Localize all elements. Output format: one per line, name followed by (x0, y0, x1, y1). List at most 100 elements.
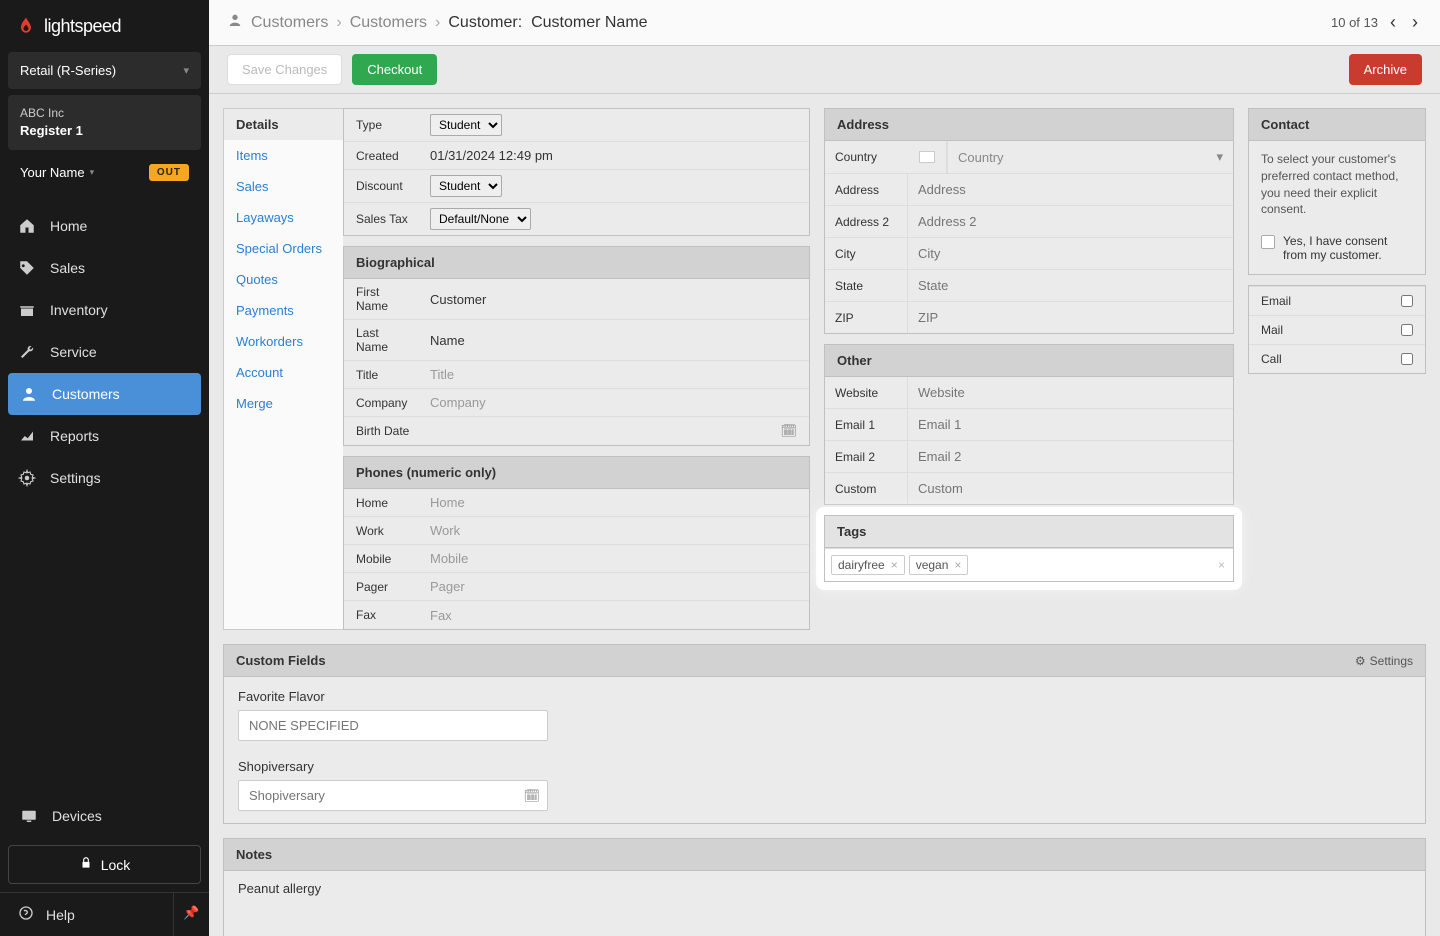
subnav-account[interactable]: Account (224, 357, 343, 388)
mobile-input[interactable]: Mobile (422, 546, 809, 571)
address-input[interactable] (907, 174, 1233, 205)
subnav-special-orders[interactable]: Special Orders (224, 233, 343, 264)
state-input[interactable] (907, 270, 1233, 301)
city-label: City (825, 238, 907, 269)
pager-input[interactable]: Pager (422, 574, 809, 599)
phones-panel: Phones (numeric only) HomeHome WorkWork … (343, 456, 810, 630)
subnav-details[interactable]: Details (224, 109, 343, 140)
toolbar: Save Changes Checkout Archive (209, 46, 1440, 94)
created-value: 01/31/2024 12:49 pm (422, 143, 809, 168)
custom-input[interactable] (907, 473, 1233, 504)
logo[interactable]: lightspeed (0, 0, 209, 52)
pin-button[interactable]: 📌 (173, 893, 209, 936)
notes-textarea[interactable]: Peanut allergy (224, 871, 1425, 936)
contact-email-row[interactable]: Email (1249, 286, 1425, 315)
work-input[interactable]: Work (422, 518, 809, 543)
address-panel: Address Country Country ▾ Address Addres… (824, 108, 1234, 334)
flavor-input[interactable] (238, 710, 548, 741)
person-icon (20, 385, 38, 403)
clear-tags-icon[interactable]: × (1218, 558, 1225, 572)
type-panel: Type Student Created 01/31/2024 12:49 pm… (343, 108, 810, 236)
help-icon (18, 905, 34, 924)
nav-reports[interactable]: Reports (0, 415, 209, 457)
nav-service[interactable]: Service (0, 331, 209, 373)
discount-label: Discount (344, 173, 422, 199)
subnav-workorders[interactable]: Workorders (224, 326, 343, 357)
contact-panel: Contact To select your customer's prefer… (1248, 108, 1426, 275)
notes-panel: Notes Peanut allergy (223, 838, 1426, 936)
title-input[interactable]: Title (422, 362, 809, 387)
pager-next[interactable]: › (1408, 10, 1422, 35)
website-input[interactable] (907, 377, 1233, 408)
contact-column: Contact To select your customer's prefer… (1248, 108, 1426, 630)
nav-inventory[interactable]: Inventory (0, 289, 209, 331)
lastname-value[interactable]: Name (422, 328, 809, 353)
logo-text: lightspeed (44, 16, 121, 37)
chevron-right-icon: › (435, 14, 440, 32)
home-input[interactable]: Home (422, 490, 809, 515)
email-checkbox[interactable] (1401, 295, 1413, 307)
tags-section: Tags dairyfree × vegan × × (824, 515, 1234, 582)
pager-text: 10 of 13 (1331, 15, 1378, 30)
breadcrumb-root[interactable]: Customers (251, 14, 328, 32)
nav-item-label: Reports (50, 428, 99, 444)
nav-home[interactable]: Home (0, 205, 209, 247)
lock-button[interactable]: Lock (8, 845, 201, 884)
save-button[interactable]: Save Changes (227, 54, 342, 85)
country-flag-button[interactable] (907, 141, 947, 173)
subnav-payments[interactable]: Payments (224, 295, 343, 326)
archive-button[interactable]: Archive (1349, 54, 1422, 85)
pin-icon: 📌 (183, 905, 199, 920)
mail-checkbox[interactable] (1401, 324, 1413, 336)
main-nav: Home Sales Inventory Service Customers R… (0, 205, 209, 795)
shopiversary-input[interactable] (238, 780, 548, 811)
city-input[interactable] (907, 238, 1233, 269)
remove-tag-icon[interactable]: × (954, 558, 961, 572)
register-info[interactable]: ABC Inc Register 1 (8, 95, 201, 150)
nav-devices[interactable]: Devices (0, 795, 209, 837)
pager: 10 of 13 ‹ › (1331, 10, 1422, 35)
fax-input[interactable]: Fax (422, 603, 809, 628)
subnav-items[interactable]: Items (224, 140, 343, 171)
nav-settings[interactable]: Settings (0, 457, 209, 499)
pager-prev[interactable]: ‹ (1386, 10, 1400, 35)
remove-tag-icon[interactable]: × (891, 558, 898, 572)
subnav-quotes[interactable]: Quotes (224, 264, 343, 295)
tag-chip: dairyfree × (831, 555, 905, 575)
email1-input[interactable] (907, 409, 1233, 440)
nav-item-label: Inventory (50, 302, 108, 318)
salestax-select[interactable]: Default/None (430, 208, 531, 230)
help-button[interactable]: Help (0, 893, 173, 936)
call-checkbox[interactable] (1401, 353, 1413, 365)
birthdate-label: Birth Date (344, 418, 422, 444)
breadcrumb-parent[interactable]: Customers (350, 14, 427, 32)
user-menu[interactable]: Your Name ▾ OUT (8, 156, 201, 189)
address2-input[interactable] (907, 206, 1233, 237)
other-header: Other (825, 345, 1233, 377)
out-badge[interactable]: OUT (149, 164, 189, 181)
checkout-button[interactable]: Checkout (352, 54, 437, 85)
zip-input[interactable] (907, 302, 1233, 333)
nav-sales[interactable]: Sales (0, 247, 209, 289)
consent-row[interactable]: Yes, I have consent from my customer. (1249, 228, 1425, 274)
subnav-sales[interactable]: Sales (224, 171, 343, 202)
subnav-merge[interactable]: Merge (224, 388, 343, 419)
contact-call-row[interactable]: Call (1249, 344, 1425, 373)
custom-fields-settings-link[interactable]: ⚙ Settings (1355, 654, 1413, 668)
email2-input[interactable] (907, 441, 1233, 472)
discount-select[interactable]: Student (430, 175, 502, 197)
company-input[interactable]: Company (422, 390, 809, 415)
calendar-icon[interactable]: 🗓 (523, 788, 540, 804)
biographical-panel: Biographical First Name Customer Last Na… (343, 246, 810, 446)
subnav-layaways[interactable]: Layaways (224, 202, 343, 233)
tags-input[interactable]: dairyfree × vegan × × (825, 548, 1233, 581)
birthdate-input[interactable]: 🗓 (422, 418, 809, 444)
nav-item-label: Customers (52, 386, 120, 402)
retail-selector[interactable]: Retail (R-Series) ▾ (8, 52, 201, 89)
consent-checkbox[interactable] (1261, 235, 1275, 249)
country-select[interactable]: Country ▾ (947, 141, 1233, 173)
type-select[interactable]: Student (430, 114, 502, 136)
nav-customers[interactable]: Customers (8, 373, 201, 415)
contact-mail-row[interactable]: Mail (1249, 315, 1425, 344)
firstname-value[interactable]: Customer (422, 287, 809, 312)
